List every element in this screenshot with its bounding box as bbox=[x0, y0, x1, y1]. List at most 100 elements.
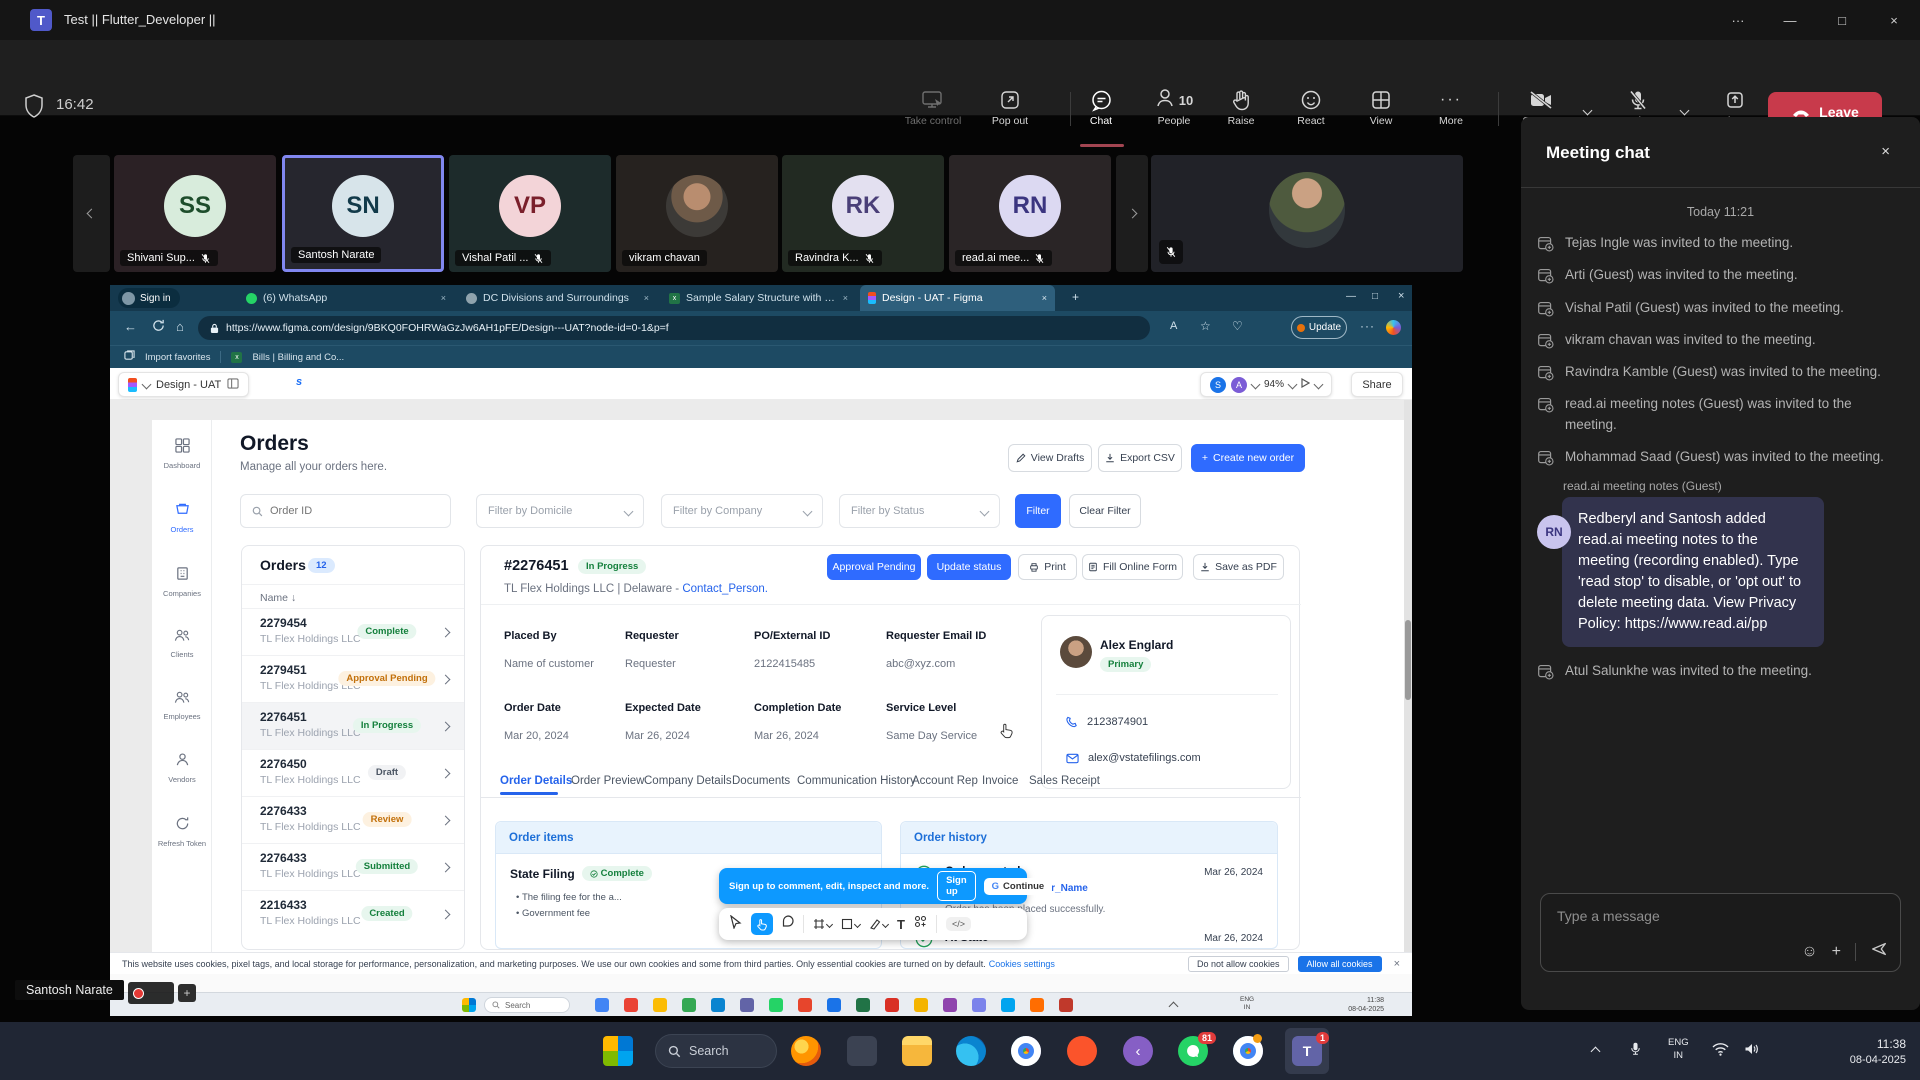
browser-close-icon[interactable]: × bbox=[1398, 290, 1404, 302]
hand-tool-icon[interactable] bbox=[751, 913, 773, 935]
language-indicator[interactable]: ENGIN bbox=[1668, 1037, 1689, 1063]
create-new-order-button[interactable]: + Create new order bbox=[1191, 444, 1305, 472]
tab-account-rep[interactable]: Account Rep bbox=[912, 775, 978, 787]
scrollbar-track[interactable] bbox=[1404, 400, 1412, 952]
home-icon[interactable]: ⌂ bbox=[176, 319, 184, 334]
filter-company-dropdown[interactable]: Filter by Company bbox=[661, 494, 823, 528]
tab-invoice[interactable]: Invoice bbox=[982, 775, 1018, 787]
figma-file-menu[interactable]: Design - UAT bbox=[118, 372, 249, 397]
sidebar-item-refresh-token[interactable]: Refresh Token bbox=[152, 816, 212, 848]
order-row[interactable]: 2279451TL Flex Holdings LLC Approval Pen… bbox=[242, 655, 464, 702]
print-button[interactable]: Print bbox=[1018, 554, 1077, 580]
frame-tool[interactable] bbox=[813, 918, 832, 930]
filter-button[interactable]: Filter bbox=[1015, 494, 1061, 528]
import-favorites-link[interactable]: Import favorites bbox=[145, 352, 210, 363]
update-status-button[interactable]: Update status bbox=[927, 554, 1011, 580]
contact-person-link[interactable]: Contact_Person. bbox=[682, 583, 768, 595]
raise-hand-button[interactable]: Raise bbox=[1208, 87, 1274, 127]
tray-mic-icon[interactable] bbox=[1628, 1040, 1643, 1062]
sidebar-item-vendors[interactable]: Vendors bbox=[152, 752, 212, 784]
text-tool-icon[interactable]: T bbox=[897, 917, 905, 932]
browser-tab-figma[interactable]: Design - UAT - Figma × bbox=[860, 285, 1055, 311]
order-row[interactable]: 2276450TL Flex Holdings LLC Draft bbox=[242, 749, 464, 796]
app-icon[interactable] bbox=[1030, 998, 1044, 1012]
contact-phone-row[interactable]: 2123874901 bbox=[1066, 716, 1148, 728]
dark-app-icon[interactable] bbox=[847, 1036, 877, 1066]
app-icon[interactable] bbox=[798, 998, 812, 1012]
save-as-pdf-button[interactable]: Save as PDF bbox=[1193, 554, 1284, 580]
back-icon[interactable]: ← bbox=[124, 319, 137, 334]
video-tile-shivani[interactable]: SS Shivani Sup... bbox=[114, 155, 276, 272]
video-tile-large[interactable] bbox=[1151, 155, 1463, 272]
clock[interactable]: 11:3808-04-2025 bbox=[1348, 996, 1384, 1014]
figma-collab-controls[interactable]: S A 94% bbox=[1200, 372, 1332, 397]
deny-cookies-button[interactable]: Do not allow cookies bbox=[1188, 956, 1289, 972]
chat-button[interactable]: Chat bbox=[1068, 87, 1134, 127]
video-tile-vikram[interactable]: vikram chavan bbox=[616, 155, 778, 272]
browser-tab-dc-divisions[interactable]: DC Divisions and Surroundings × bbox=[458, 285, 657, 311]
chrome-icon[interactable] bbox=[1011, 1036, 1041, 1066]
order-row[interactable]: 2276433TL Flex Holdings LLC Submitted bbox=[242, 843, 464, 890]
resources-tool-icon[interactable] bbox=[914, 915, 927, 933]
sidebar-item-companies[interactable]: Companies bbox=[152, 566, 212, 598]
order-id-search[interactable] bbox=[240, 494, 451, 528]
overlay-add-button[interactable]: + bbox=[178, 984, 196, 1002]
shape-tool[interactable] bbox=[841, 918, 860, 930]
filter-domicile-dropdown[interactable]: Filter by Domicile bbox=[476, 494, 644, 528]
app-icon[interactable] bbox=[682, 998, 696, 1012]
sidebar-item-employees[interactable]: Employees bbox=[152, 690, 212, 721]
window-maximize-button[interactable]: □ bbox=[1816, 0, 1868, 40]
app-icon[interactable] bbox=[1059, 998, 1073, 1012]
app-icon[interactable] bbox=[740, 998, 754, 1012]
more-button[interactable]: ··· More bbox=[1418, 87, 1484, 127]
taskbar-search-input[interactable] bbox=[689, 1044, 759, 1058]
window-more-button[interactable]: ··· bbox=[1712, 0, 1764, 40]
app-icon[interactable] bbox=[595, 998, 609, 1012]
scrollbar-thumb[interactable] bbox=[1405, 620, 1411, 700]
app-icon[interactable] bbox=[827, 998, 841, 1012]
app-icon[interactable] bbox=[711, 998, 725, 1012]
filmstrip-scroll-right[interactable] bbox=[1116, 155, 1148, 272]
language-indicator[interactable]: ENGIN bbox=[1240, 996, 1254, 1013]
tab-communication-history[interactable]: Communication History bbox=[797, 775, 916, 787]
start-icon[interactable] bbox=[462, 998, 476, 1012]
search-pill[interactable]: Search bbox=[484, 997, 570, 1013]
browser-profile-signin[interactable]: Sign in bbox=[118, 288, 180, 308]
filmstrip-scroll-left[interactable] bbox=[73, 155, 110, 272]
clear-filter-button[interactable]: Clear Filter bbox=[1069, 494, 1141, 528]
approval-pending-button[interactable]: Approval Pending bbox=[827, 554, 921, 580]
contact-email-row[interactable]: alex@vstatefilings.com bbox=[1066, 752, 1201, 764]
take-control-button[interactable]: Take control bbox=[900, 87, 966, 127]
view-drafts-button[interactable]: View Drafts bbox=[1008, 444, 1092, 472]
close-icon[interactable]: × bbox=[1394, 958, 1400, 970]
window-close-button[interactable]: × bbox=[1868, 0, 1920, 40]
export-csv-button[interactable]: Export CSV bbox=[1098, 444, 1182, 472]
edge-icon[interactable] bbox=[956, 1036, 986, 1066]
favorite-bills-link[interactable]: Bills | Billing and Co... bbox=[252, 352, 344, 363]
react-button[interactable]: React bbox=[1278, 87, 1344, 127]
attach-plus-icon[interactable]: + bbox=[1832, 943, 1841, 961]
video-tile-ravindra[interactable]: RK Ravindra K... bbox=[782, 155, 944, 272]
address-bar[interactable]: https://www.figma.com/design/9BKQ0FOHRWa… bbox=[198, 316, 1150, 340]
order-row[interactable]: 2279454TL Flex Holdings LLC Complete bbox=[242, 608, 464, 655]
allow-cookies-button[interactable]: Allow all cookies bbox=[1298, 956, 1382, 972]
read-aloud-icon[interactable]: A bbox=[1170, 320, 1177, 332]
app-icon[interactable] bbox=[653, 998, 667, 1012]
filter-status-dropdown[interactable]: Filter by Status bbox=[839, 494, 1000, 528]
sidebar-item-dashboard[interactable]: Dashboard bbox=[152, 438, 212, 470]
visual-studio-icon[interactable]: ‹ bbox=[1123, 1036, 1153, 1066]
tab-documents[interactable]: Documents bbox=[732, 775, 790, 787]
browser-maximize-icon[interactable]: □ bbox=[1372, 291, 1378, 302]
app-icon[interactable] bbox=[769, 998, 783, 1012]
volume-icon[interactable] bbox=[1744, 1042, 1759, 1061]
firefox-icon[interactable] bbox=[791, 1036, 821, 1066]
tab-order-details[interactable]: Order Details bbox=[500, 775, 572, 787]
browser-minimize-icon[interactable]: — bbox=[1346, 291, 1356, 302]
cookies-settings-link[interactable]: Cookies settings bbox=[989, 959, 1055, 969]
app-icon[interactable] bbox=[856, 998, 870, 1012]
signup-button[interactable]: Sign up bbox=[937, 871, 976, 901]
tab-sales-receipt[interactable]: Sales Receipt bbox=[1029, 775, 1100, 787]
tab-close-icon[interactable]: × bbox=[843, 293, 848, 303]
refresh-icon[interactable] bbox=[152, 319, 165, 337]
move-tool-icon[interactable] bbox=[729, 915, 742, 934]
